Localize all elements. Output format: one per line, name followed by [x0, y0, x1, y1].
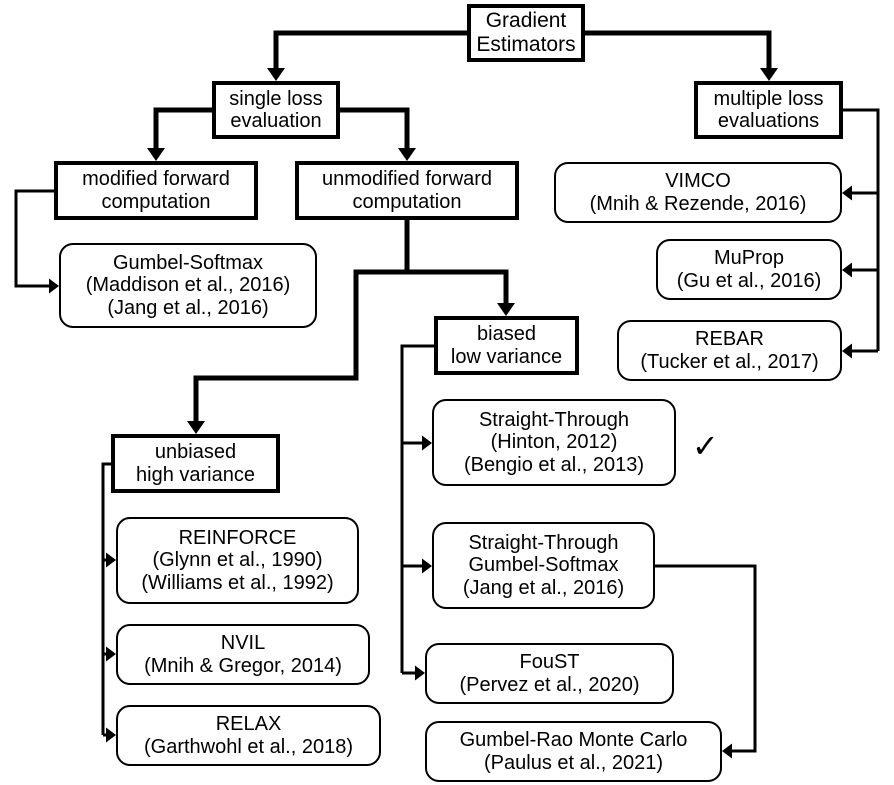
edge-bus-to-nvil-arrowhead — [106, 646, 116, 662]
node-unbiased-high-variance-line: unbiased — [154, 441, 237, 464]
node-relax-line: (Garthwohl et al., 2018) — [144, 735, 353, 758]
node-modified-forward-computation[interactable]: modified forward computation — [54, 161, 258, 220]
node-biased-low-variance-line: low variance — [450, 345, 563, 368]
node-straight-through-gumbel-softmax[interactable]: Straight-Through Gumbel-Softmax (Jang et a… — [432, 522, 655, 609]
node-rebar[interactable]: REBAR (Tucker et al., 2017) — [617, 320, 842, 381]
node-gumbel-rao-monte-carlo-line: Gumbel-Rao Monte Carlo — [459, 729, 688, 752]
node-vimco[interactable]: VIMCO (Mnih & Rezende, 2016) — [554, 162, 842, 223]
node-gumbel-softmax-line: (Jang et al., 2016) — [107, 296, 269, 319]
edge-root-to-multiple-loss-arrowhead — [760, 68, 778, 81]
edge-root-to-single-loss — [273, 30, 467, 72]
node-vimco-line: (Mnih & Rezende, 2016) — [589, 192, 807, 215]
node-unmodified-forward-computation-line: unmodified forward — [321, 168, 493, 191]
node-reinforce-line: (Glynn et al., 1990) — [152, 549, 323, 572]
node-rebar-line: (Tucker et al., 2017) — [640, 350, 819, 373]
edge-root-to-single-loss-arrowhead — [267, 68, 285, 81]
node-reinforce-line: (Williams et al., 1992) — [141, 571, 334, 594]
checkmark-icon: ✓ — [692, 428, 719, 464]
node-multiple-loss-evaluations-line: evaluations — [717, 110, 820, 132]
node-foust[interactable]: FouST (Pervez et al., 2020) — [425, 643, 674, 704]
edge-single-loss-to-unmodified-arrowhead — [398, 148, 416, 161]
node-relax-line: RELAX — [215, 713, 282, 736]
node-foust-line: (Pervez et al., 2020) — [459, 673, 640, 696]
edge-bus-to-muprop-arrowhead — [842, 262, 852, 278]
node-gumbel-rao-monte-carlo-line: (Paulus et al., 2021) — [484, 751, 663, 774]
node-single-loss-evaluation-line: single loss — [229, 87, 323, 110]
node-foust-line: FouST — [519, 651, 580, 674]
edge-bus-to-straight-through-arrowhead — [422, 435, 432, 451]
edge-bus-to-reinforce-arrowhead — [106, 552, 116, 568]
node-straight-through-line: Straight-Through — [478, 408, 630, 431]
edge-unmodified-to-biased-arrowhead — [497, 303, 515, 316]
node-straight-through-line: (Bengio et al., 2013) — [463, 453, 645, 476]
edge-single-loss-to-modified-arrowhead — [147, 148, 165, 161]
node-gumbel-softmax[interactable]: Gumbel-Softmax (Maddison et al., 2016) (Ja… — [59, 243, 317, 328]
node-unbiased-high-variance-line: high variance — [136, 463, 255, 486]
node-biased-low-variance[interactable]: biased low variance — [434, 316, 579, 375]
node-straight-through-line: (Hinton, 2012) — [490, 431, 618, 454]
node-gumbel-softmax-line: (Maddison et al., 2016) — [85, 274, 291, 297]
edge-single-loss-to-modified — [153, 107, 212, 152]
node-rebar-line: REBAR — [695, 328, 764, 351]
edge-modified-to-gumbel-softmax-arrowhead — [49, 278, 59, 294]
node-unmodified-forward-computation[interactable]: unmodified forward computation — [295, 161, 519, 220]
node-unbiased-high-variance[interactable]: unbiased high variance — [111, 434, 280, 493]
edge-biased-bus — [400, 344, 434, 673]
node-muprop-line: MuProp — [713, 247, 785, 270]
edge-st-gumbel-to-gumbel-rao-arrowhead — [722, 743, 732, 759]
edge-bus-to-relax-arrowhead — [106, 727, 116, 743]
node-straight-through-gumbel-softmax-line: (Jang et al., 2016) — [462, 576, 625, 599]
node-nvil-line: NVIL — [220, 632, 266, 655]
node-straight-through[interactable]: Straight-Through (Hinton, 2012) (Bengio et… — [432, 399, 676, 486]
edge-unmodified-to-unbiased-arrowhead — [187, 421, 205, 434]
node-biased-low-variance-line: biased — [477, 323, 536, 346]
node-muprop[interactable]: MuProp (Gu et al., 2016) — [656, 239, 842, 300]
node-gumbel-rao-monte-carlo[interactable]: Gumbel-Rao Monte Carlo (Paulus et al., 20… — [425, 721, 722, 782]
node-straight-through-gumbel-softmax-line: Straight-Through — [468, 531, 619, 554]
edge-root-to-multiple-loss — [585, 30, 772, 72]
edge-bus-to-vimco-arrowhead — [842, 185, 852, 201]
node-multiple-loss-evaluations[interactable]: multiple loss evaluations — [694, 81, 843, 139]
node-vimco-line: VIMCO — [665, 170, 731, 193]
node-single-loss-evaluation-line: evaluation — [230, 110, 322, 132]
edge-unmodified-to-biased — [407, 269, 509, 307]
node-gumbel-softmax-line: Gumbel-Softmax — [112, 251, 264, 274]
node-reinforce-line: REINFORCE — [178, 526, 297, 549]
node-multiple-loss-evaluations-line: multiple loss — [713, 87, 824, 110]
node-straight-through-gumbel-softmax-line: Gumbel-Softmax — [468, 554, 619, 577]
edge-bus-to-st-gumbel-softmax-arrowhead — [422, 558, 432, 574]
node-nvil-line: (Mnih & Gregor, 2014) — [144, 654, 342, 677]
edge-bus-to-foust-arrowhead — [415, 665, 425, 681]
flowchart-canvas: ✓ Gradient Estimators single loss evaluatio… — [0, 0, 894, 785]
edge-unbiased-bus — [101, 462, 111, 735]
node-modified-forward-computation-line: computation — [101, 190, 211, 213]
node-reinforce[interactable]: REINFORCE (Glynn et al., 1990) (Williams e… — [116, 517, 359, 604]
edge-single-loss-to-unmodified — [340, 107, 410, 152]
node-gradient-estimators-line: Gradient — [485, 9, 567, 33]
node-gradient-estimators[interactable]: Gradient Estimators — [467, 4, 585, 62]
node-gradient-estimators-line: Estimators — [476, 33, 576, 56]
node-muprop-line: (Gu et al., 2016) — [676, 269, 822, 292]
node-modified-forward-computation-line: modified forward — [82, 168, 230, 191]
edge-modified-to-gumbel-softmax — [14, 189, 54, 288]
node-nvil[interactable]: NVIL (Mnih & Gregor, 2014) — [116, 624, 370, 685]
node-single-loss-evaluation[interactable]: single loss evaluation — [212, 81, 340, 139]
node-relax[interactable]: RELAX (Garthwohl et al., 2018) — [116, 705, 381, 766]
edge-multiple-bus — [843, 108, 880, 351]
edge-bus-to-rebar-arrowhead — [842, 343, 852, 359]
node-unmodified-forward-computation-line: computation — [352, 190, 462, 213]
